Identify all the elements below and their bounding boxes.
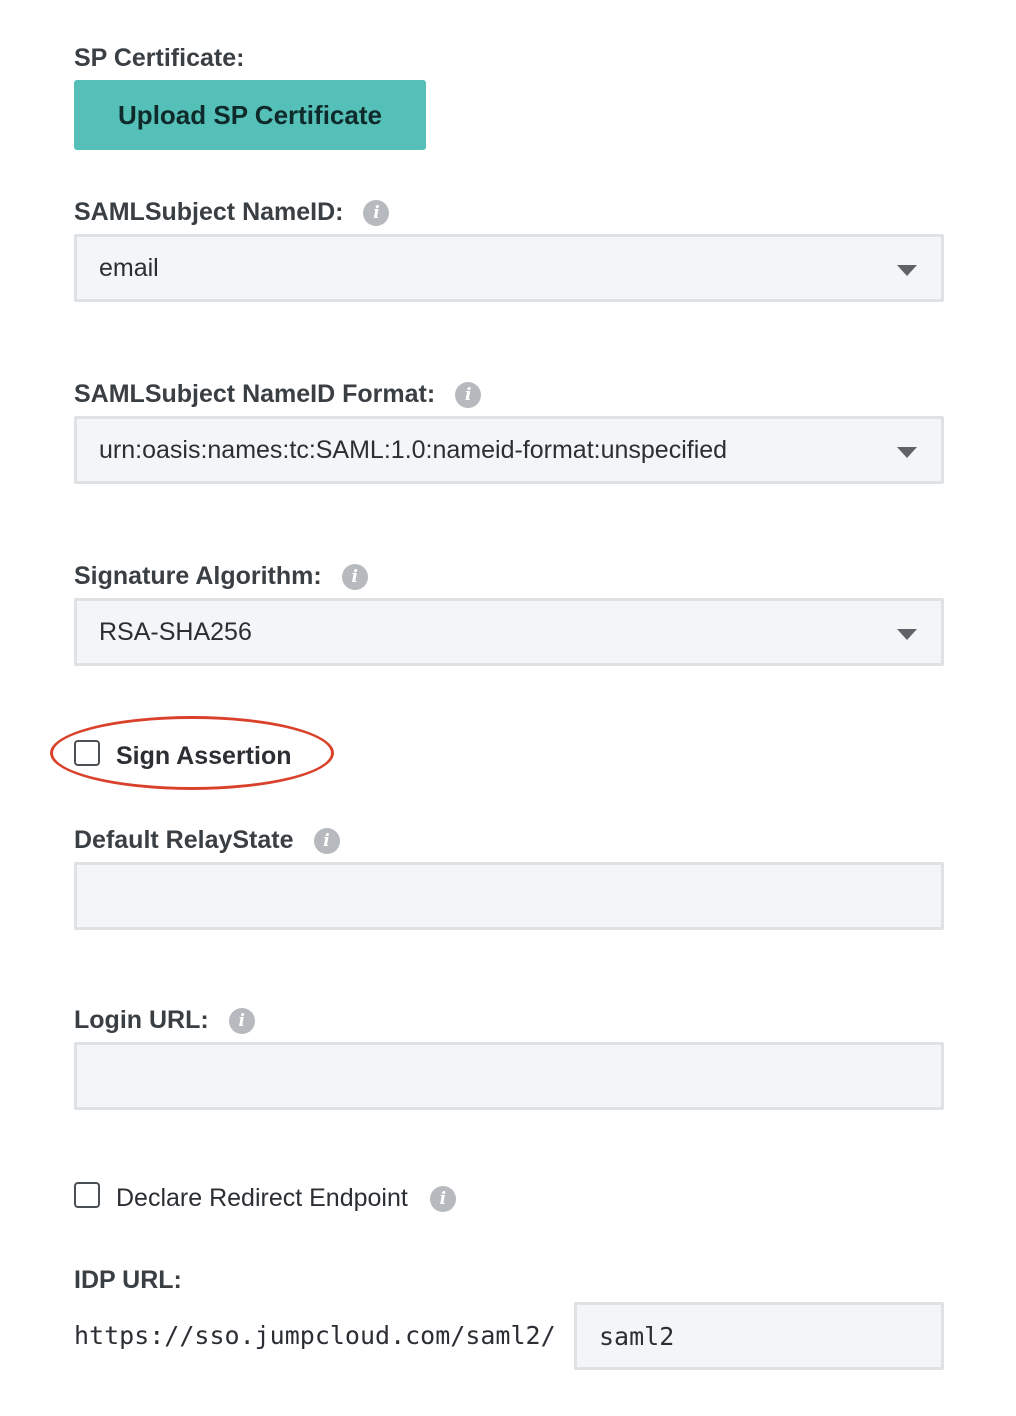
idp-url-input[interactable]: saml2 <box>574 1302 944 1370</box>
relay-state-input[interactable] <box>74 862 944 930</box>
info-icon[interactable]: i <box>228 1007 255 1034</box>
declare-redirect-row: Declare Redirect Endpoint i <box>116 1184 456 1213</box>
chevron-down-icon <box>897 447 917 458</box>
info-icon[interactable]: i <box>313 827 340 854</box>
declare-redirect-label: Declare Redirect Endpoint <box>116 1184 408 1212</box>
nameid-label-text: SAMLSubject NameID: <box>74 198 344 226</box>
signature-algorithm-label: Signature Algorithm: i <box>74 562 368 591</box>
nameid-format-selected-value: urn:oasis:names:tc:SAML:1.0:nameid-forma… <box>99 435 728 464</box>
nameid-format-label: SAMLSubject NameID Format: i <box>74 380 482 409</box>
sp-certificate-label-text: SP Certificate: <box>74 44 245 72</box>
info-icon[interactable]: i <box>363 199 390 226</box>
signature-algorithm-select[interactable]: RSA-SHA256 <box>74 598 944 666</box>
signature-algorithm-label-text: Signature Algorithm: <box>74 562 322 590</box>
idp-url-label-text: IDP URL: <box>74 1266 182 1294</box>
chevron-down-icon <box>897 265 917 276</box>
chevron-down-icon <box>897 629 917 640</box>
info-icon[interactable]: i <box>341 563 368 590</box>
upload-sp-certificate-button-label: Upload SP Certificate <box>118 99 382 130</box>
nameid-label: SAMLSubject NameID: i <box>74 198 390 227</box>
idp-url-prefix: https://sso.jumpcloud.com/saml2/ <box>74 1321 556 1350</box>
signature-algorithm-selected-value: RSA-SHA256 <box>99 617 252 646</box>
sign-assertion-checkbox[interactable] <box>74 740 100 766</box>
sp-certificate-label: SP Certificate: <box>74 44 244 73</box>
relay-state-label-text: Default RelayState <box>74 826 294 854</box>
idp-url-label: IDP URL: <box>74 1266 182 1295</box>
relay-state-label: Default RelayState i <box>74 826 340 855</box>
nameid-format-label-text: SAMLSubject NameID Format: <box>74 380 436 408</box>
nameid-format-select[interactable]: urn:oasis:names:tc:SAML:1.0:nameid-forma… <box>74 416 944 484</box>
declare-redirect-checkbox[interactable] <box>74 1182 100 1208</box>
nameid-select[interactable]: email <box>74 234 944 302</box>
login-url-label-text: Login URL: <box>74 1006 209 1034</box>
login-url-input[interactable] <box>74 1042 944 1110</box>
upload-sp-certificate-button[interactable]: Upload SP Certificate <box>74 80 426 150</box>
sign-assertion-label: Sign Assertion <box>116 742 292 770</box>
login-url-label: Login URL: i <box>74 1006 255 1035</box>
idp-url-input-value: saml2 <box>599 1321 675 1351</box>
info-icon[interactable]: i <box>429 1185 456 1212</box>
nameid-selected-value: email <box>99 253 159 282</box>
info-icon[interactable]: i <box>455 381 482 408</box>
